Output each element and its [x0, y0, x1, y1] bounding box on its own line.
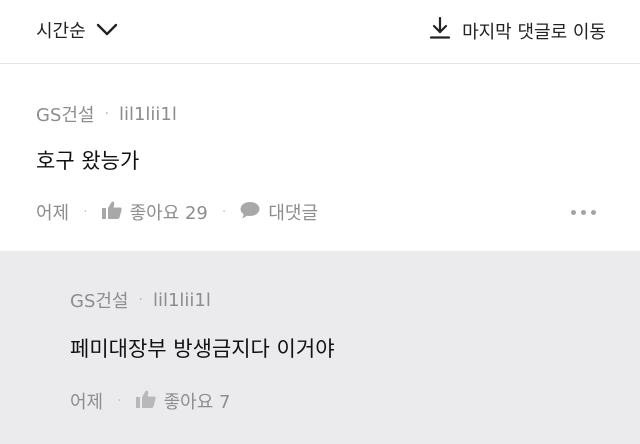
jump-to-last-comment-button[interactable]: 마지막 댓글로 이동	[429, 16, 606, 44]
reply-author[interactable]: GS건설	[70, 287, 129, 313]
more-dots-icon[interactable]	[571, 210, 596, 215]
reply-user-id[interactable]: lil1lii1l	[153, 290, 211, 311]
separator-dot: ·	[117, 393, 122, 409]
jump-label: 마지막 댓글로 이동	[462, 21, 606, 43]
reply-time: 어제	[70, 392, 104, 413]
reply-meta: GS건설 · lil1lii1l	[70, 287, 211, 313]
reply-label: 대댓글	[268, 203, 319, 224]
comment-toolbar: 시간순 마지막 댓글로 이동	[0, 0, 640, 64]
comment-user-id[interactable]: lil1lii1l	[119, 104, 177, 125]
download-arrow-icon	[429, 16, 451, 44]
separator-dot: ·	[221, 204, 227, 220]
comment-text: 호구 왔능가	[36, 149, 140, 173]
reply-actions: 어제 · 좋아요 7	[70, 388, 230, 414]
thumbs-up-icon	[135, 390, 156, 413]
comment-meta: GS건설 · lil1lii1l	[36, 101, 177, 127]
thumbs-up-icon	[101, 201, 122, 224]
sort-dropdown[interactable]: 시간순	[36, 17, 118, 43]
reply-button[interactable]: 대댓글	[240, 199, 318, 225]
like-label: 좋아요 29	[129, 203, 208, 224]
chevron-down-icon	[96, 23, 118, 37]
speech-bubble-icon	[240, 201, 260, 224]
like-button[interactable]: 좋아요 29	[101, 199, 208, 225]
reply-text: 페미대장부 방생금지다 이거야	[70, 337, 335, 361]
comment-time: 어제	[36, 203, 70, 224]
separator-dot: ·	[104, 106, 109, 122]
like-label: 좋아요 7	[163, 392, 231, 413]
like-button[interactable]: 좋아요 7	[135, 388, 231, 414]
separator-dot: ·	[138, 292, 143, 308]
comment-item: GS건설 · lil1lii1l 호구 왔능가 어제 · 좋아요 29 · 대댓…	[0, 65, 640, 251]
sort-label: 시간순	[36, 21, 86, 42]
comment-actions: 어제 · 좋아요 29 · 대댓글	[36, 199, 318, 225]
reply-item: GS건설 · lil1lii1l 페미대장부 방생금지다 이거야 어제 · 좋아…	[0, 251, 640, 444]
separator-dot: ·	[83, 204, 88, 220]
comment-author[interactable]: GS건설	[36, 101, 95, 127]
